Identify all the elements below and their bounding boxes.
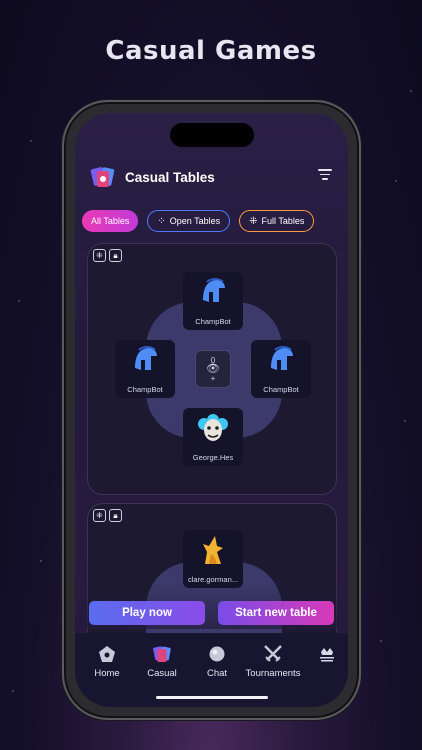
nav-tournaments[interactable]: Tournaments bbox=[243, 643, 303, 679]
page-headline: Casual Games bbox=[105, 36, 317, 66]
home-icon bbox=[96, 643, 118, 665]
table-card[interactable]: ⁜ 🔒︎ ChampBot ChampBot ChampBot George.H… bbox=[87, 243, 337, 495]
table-card[interactable]: ⁜ 🔒︎ clare.gorman... bbox=[87, 503, 337, 698]
player-name: ChampBot bbox=[263, 385, 299, 394]
nav-bridge-champ[interactable] bbox=[297, 643, 348, 665]
filter-tabs: All Tables ⁘ Open Tables ⁜ Full Tables bbox=[82, 210, 315, 232]
eye-icon: 👁︎ bbox=[206, 362, 220, 375]
howling-wolf-avatar-icon bbox=[197, 534, 229, 566]
table-type-icon: ⁜ bbox=[93, 509, 106, 522]
clown-avatar-icon bbox=[197, 412, 229, 444]
seat-east[interactable]: ChampBot bbox=[251, 340, 311, 398]
nav-casual[interactable]: Casual bbox=[132, 643, 192, 679]
tab-full-tables[interactable]: ⁜ Full Tables bbox=[239, 210, 315, 232]
swords-icon bbox=[262, 643, 284, 665]
player-name: ChampBot bbox=[127, 385, 163, 394]
spartan-helmet-avatar-icon bbox=[265, 344, 297, 376]
spartan-helmet-avatar-icon bbox=[129, 344, 161, 376]
app-header: Casual Tables bbox=[75, 155, 348, 199]
seat-west[interactable]: ChampBot bbox=[115, 340, 175, 398]
seat-south[interactable]: George.Hes bbox=[183, 408, 243, 466]
phone-frame: Casual Tables All Tables ⁘ Open Tables ⁜… bbox=[62, 100, 361, 720]
app-screen: Casual Tables All Tables ⁘ Open Tables ⁜… bbox=[75, 113, 348, 707]
page-title: Casual Tables bbox=[125, 169, 215, 185]
cards-icon bbox=[151, 643, 173, 665]
filter-button[interactable] bbox=[318, 169, 332, 181]
spectate-button[interactable]: 0 👁︎ + bbox=[195, 350, 231, 388]
player-name: ChampBot bbox=[195, 317, 231, 326]
play-now-button[interactable]: Play now bbox=[89, 601, 205, 625]
open-tables-icon: ⁘ bbox=[157, 215, 166, 227]
full-tables-icon: ⁜ bbox=[249, 215, 258, 227]
seat-north[interactable]: ChampBot bbox=[183, 272, 243, 330]
chat-icon bbox=[206, 643, 228, 665]
seat-north[interactable]: clare.gorman... bbox=[183, 530, 243, 588]
camera-notch bbox=[170, 123, 254, 147]
home-indicator[interactable] bbox=[156, 696, 268, 699]
lock-icon: 🔒︎ bbox=[109, 509, 122, 522]
casual-tables-logo-icon bbox=[89, 163, 117, 191]
nav-home[interactable]: Home bbox=[77, 643, 137, 679]
nav-chat[interactable]: Chat bbox=[187, 643, 247, 679]
start-new-table-button[interactable]: Start new table bbox=[218, 601, 334, 625]
spartan-helmet-avatar-icon bbox=[197, 276, 229, 308]
tab-open-tables[interactable]: ⁘ Open Tables bbox=[147, 210, 231, 232]
bridge-champ-logo-icon bbox=[316, 643, 338, 665]
player-name: George.Hes bbox=[192, 453, 234, 462]
lock-icon: 🔒︎ bbox=[109, 249, 122, 262]
tab-all-tables[interactable]: All Tables bbox=[82, 210, 139, 232]
table-type-icon: ⁜ bbox=[93, 249, 106, 262]
action-row: Play now Start new table bbox=[89, 601, 334, 625]
